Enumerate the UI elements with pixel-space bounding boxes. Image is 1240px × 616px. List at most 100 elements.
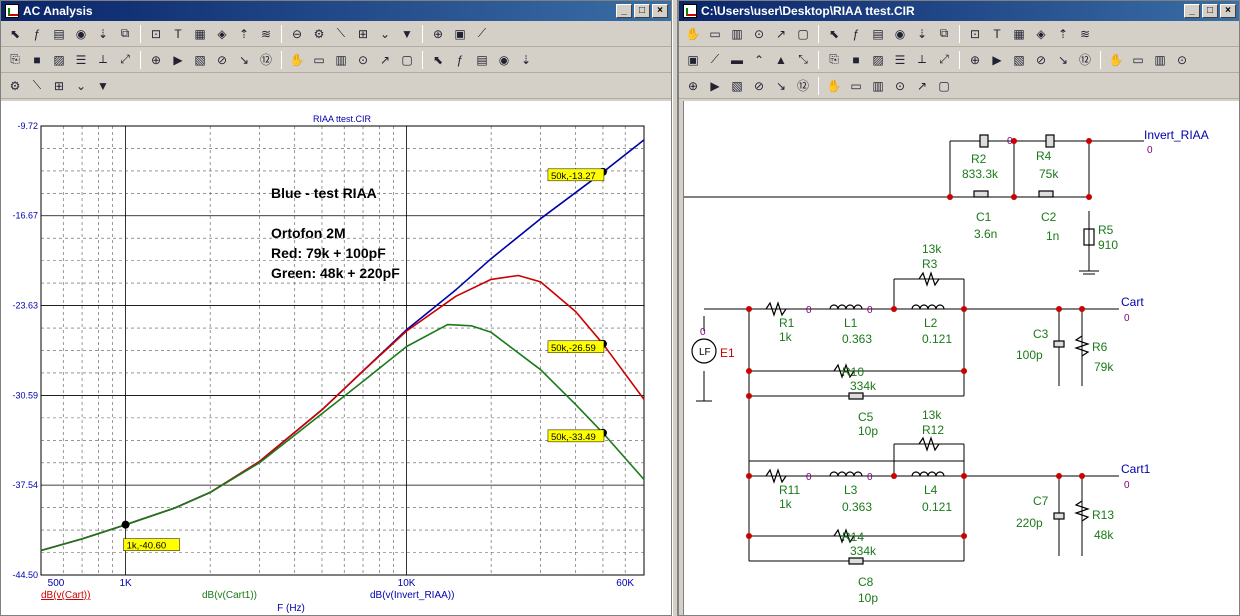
low-icon[interactable]: ▧ bbox=[190, 50, 210, 70]
legend-blue[interactable]: dB(v(Invert_RIAA)) bbox=[370, 590, 454, 601]
close-button[interactable]: × bbox=[1220, 4, 1236, 18]
grid2-icon[interactable]: ⌄ bbox=[375, 24, 395, 44]
check-icon[interactable]: ▦ bbox=[1009, 24, 1029, 44]
open-icon[interactable]: ⊘ bbox=[1031, 50, 1051, 70]
hierarchy-icon[interactable]: ▤ bbox=[868, 24, 888, 44]
text-tool-icon[interactable]: ▦ bbox=[190, 24, 210, 44]
redo-icon[interactable]: ▼ bbox=[93, 76, 113, 96]
color-icon[interactable]: ⊞ bbox=[49, 76, 69, 96]
power-icon[interactable]: ⎘ bbox=[824, 50, 844, 70]
cursor-b-icon[interactable]: ⚙ bbox=[309, 24, 329, 44]
zoom-in-x-icon[interactable]: ☰ bbox=[71, 50, 91, 70]
plus-icon[interactable]: ▨ bbox=[868, 50, 888, 70]
data-icon[interactable]: ↗ bbox=[375, 50, 395, 70]
cancel-icon[interactable]: ▶ bbox=[705, 76, 725, 96]
plot-area[interactable]: -9.72 -16.67 -23.63 -30.59 -37.54 -44.50 500 1… bbox=[1, 101, 672, 616]
split-icon[interactable]: ▥ bbox=[1150, 50, 1170, 70]
cursor-a-icon[interactable]: ⊖ bbox=[287, 24, 307, 44]
paste-icon[interactable]: ⇣ bbox=[93, 24, 113, 44]
schematic-drawing[interactable]: Invert_RIAA Cart Cart1 0 0 0 0 0 0 0 0 0… bbox=[684, 101, 1240, 616]
component-icon[interactable]: ⬉ bbox=[824, 24, 844, 44]
valley-icon[interactable]: ⊕ bbox=[146, 50, 166, 70]
text-icon[interactable]: ⊡ bbox=[146, 24, 166, 44]
box-icon[interactable]: ⑫ bbox=[1075, 50, 1095, 70]
list-icon[interactable]: ⇡ bbox=[1053, 24, 1073, 44]
zoom-out-icon[interactable]: ✋ bbox=[824, 76, 844, 96]
table-icon[interactable]: ⟍ bbox=[331, 24, 351, 44]
grid4-icon[interactable]: ⊕ bbox=[428, 24, 448, 44]
current-icon[interactable]: ⤡ bbox=[793, 50, 813, 70]
grid-icon[interactable]: ⟂ bbox=[912, 50, 932, 70]
close-button[interactable]: × bbox=[652, 4, 668, 18]
fall-icon[interactable]: ↘ bbox=[234, 50, 254, 70]
text-icon[interactable]: ⊙ bbox=[749, 24, 769, 44]
redo-icon[interactable]: ↘ bbox=[771, 76, 791, 96]
formula-icon[interactable]: T bbox=[168, 24, 188, 44]
globe-icon[interactable]: ⇣ bbox=[912, 24, 932, 44]
edit-icon[interactable]: ≋ bbox=[1075, 24, 1095, 44]
grid-icon[interactable]: ⊙ bbox=[890, 76, 910, 96]
numbers-icon[interactable]: ▢ bbox=[397, 50, 417, 70]
wire-icon[interactable]: ▥ bbox=[727, 24, 747, 44]
ac-analysis-titlebar[interactable]: AC Analysis _ □ × bbox=[1, 1, 671, 21]
zoom-fit-icon[interactable]: ▭ bbox=[846, 76, 866, 96]
schematic-titlebar[interactable]: C:\Users\user\Desktop\RIAA ttest.CIR _ □… bbox=[679, 1, 1239, 21]
network-icon[interactable]: T bbox=[987, 24, 1007, 44]
undo-icon[interactable]: ⌄ bbox=[71, 76, 91, 96]
zoom-all-icon[interactable]: ⇣ bbox=[516, 50, 536, 70]
zoom-in-icon[interactable]: ⑫ bbox=[793, 76, 813, 96]
dots-icon[interactable]: ▧ bbox=[727, 76, 747, 96]
zoom-x-icon[interactable]: ⎘ bbox=[5, 50, 25, 70]
print-icon[interactable]: ▥ bbox=[868, 76, 888, 96]
hand-icon[interactable]: ▭ bbox=[705, 24, 725, 44]
zoom-in-icon[interactable]: ▤ bbox=[472, 50, 492, 70]
minimize-button[interactable]: _ bbox=[1184, 4, 1200, 18]
page-icon[interactable]: ⤢ bbox=[934, 50, 954, 70]
voltage-probe-icon[interactable]: ▲ bbox=[771, 50, 791, 70]
undo-icon[interactable]: ⊘ bbox=[749, 76, 769, 96]
bracket-icon[interactable]: ▭ bbox=[1128, 50, 1148, 70]
font-icon[interactable]: ↗ bbox=[912, 76, 932, 96]
hand-icon[interactable]: ƒ bbox=[27, 24, 47, 44]
open-icon[interactable]: ◈ bbox=[212, 24, 232, 44]
node-icon[interactable]: ▬ bbox=[727, 50, 747, 70]
peak-icon[interactable]: ⤢ bbox=[115, 50, 135, 70]
legend-green[interactable]: dB(v(Cart1)) bbox=[202, 590, 257, 601]
cursor-marker-dot[interactable] bbox=[121, 520, 130, 529]
pointer-icon[interactable]: ⬉ bbox=[5, 24, 25, 44]
arrow-icon[interactable]: ⌃ bbox=[749, 50, 769, 70]
zoom-y-icon[interactable]: ■ bbox=[27, 50, 47, 70]
pointer-icon[interactable]: ✋ bbox=[683, 24, 703, 44]
run-icon[interactable]: ⇡ bbox=[234, 24, 254, 44]
zoom-window-icon[interactable]: ▤ bbox=[49, 24, 69, 44]
legend-red[interactable]: dB(v(Cart)) bbox=[41, 590, 90, 601]
legend-icon[interactable]: ⟂ bbox=[93, 50, 113, 70]
grid1-icon[interactable]: ⊞ bbox=[353, 24, 373, 44]
layout-a-icon[interactable]: ▣ bbox=[450, 24, 470, 44]
record-icon[interactable]: ⊕ bbox=[683, 76, 703, 96]
table-icon[interactable]: ◉ bbox=[890, 24, 910, 44]
copy-data-icon[interactable]: ⊙ bbox=[353, 50, 373, 70]
properties-icon[interactable]: ⧉ bbox=[115, 24, 135, 44]
copy-icon[interactable]: ◉ bbox=[71, 24, 91, 44]
high-icon[interactable]: ▶ bbox=[168, 50, 188, 70]
scale-icon[interactable]: ⬉ bbox=[428, 50, 448, 70]
schematic-canvas[interactable]: Invert_RIAA Cart Cart1 0 0 0 0 0 0 0 0 0… bbox=[683, 101, 1240, 616]
maximize-button[interactable]: □ bbox=[634, 4, 650, 18]
copy-icon[interactable]: ƒ bbox=[846, 24, 866, 44]
slope-icon[interactable]: ⑫ bbox=[256, 50, 276, 70]
max-icon[interactable]: ✋ bbox=[287, 50, 307, 70]
flag-icon[interactable]: ▢ bbox=[793, 24, 813, 44]
sweep-icon[interactable]: ▥ bbox=[331, 50, 351, 70]
select-wire-icon[interactable]: ⟋ bbox=[705, 50, 725, 70]
ground-icon[interactable]: ■ bbox=[846, 50, 866, 70]
maximize-button[interactable]: □ bbox=[1202, 4, 1218, 18]
frame-icon[interactable]: ✋ bbox=[1106, 50, 1126, 70]
ac-plot[interactable]: -9.72 -16.67 -23.63 -30.59 -37.54 -44.50 500 1… bbox=[1, 101, 672, 616]
info-icon[interactable]: ⧉ bbox=[934, 24, 954, 44]
font-icon[interactable]: ⟍ bbox=[27, 76, 47, 96]
stop-icon[interactable]: ≋ bbox=[256, 24, 276, 44]
select-text-icon[interactable]: ▣ bbox=[683, 50, 703, 70]
zoom-out-icon[interactable]: ◉ bbox=[494, 50, 514, 70]
grid3-icon[interactable]: ▼ bbox=[397, 24, 417, 44]
